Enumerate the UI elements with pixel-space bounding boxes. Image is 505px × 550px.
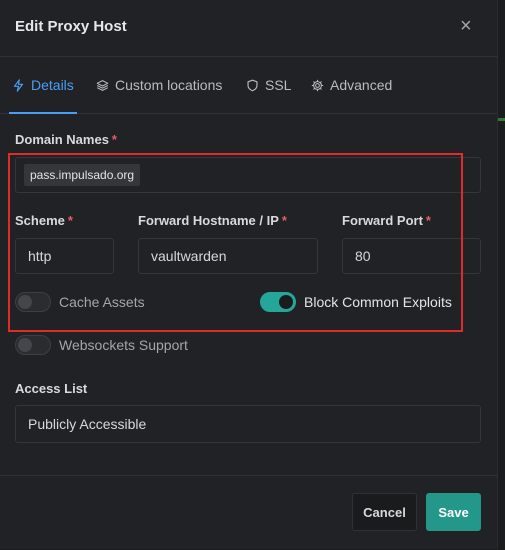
gear-icon <box>311 79 324 91</box>
tab-ssl[interactable]: SSL <box>246 75 291 95</box>
tab-details[interactable]: Details <box>9 75 77 114</box>
required-marker: * <box>67 213 73 228</box>
modal-title: Edit Proxy Host <box>15 18 127 35</box>
forward-hostname-input[interactable]: vaultwarden <box>138 238 318 274</box>
forward-port-label: Forward Port * <box>342 213 431 228</box>
tab-ssl-label: SSL <box>265 77 292 93</box>
close-icon[interactable]: × <box>460 16 472 36</box>
forward-port-input[interactable]: 80 <box>342 238 481 274</box>
background-accent-line <box>497 118 505 121</box>
required-marker: * <box>425 213 431 228</box>
shield-icon <box>247 79 258 91</box>
tab-bar: Details Custom locations SSL Advanced <box>0 57 497 114</box>
block-common-exploits-label: Block Common Exploits <box>304 294 452 310</box>
edit-proxy-host-modal: Edit Proxy Host × Details Custom locatio… <box>0 0 498 549</box>
access-list-select[interactable]: Publicly Accessible <box>15 405 481 443</box>
switch-knob <box>279 295 293 309</box>
domain-names-input[interactable]: pass.impulsado.org <box>15 157 481 193</box>
domain-names-label: Domain Names * <box>15 132 117 147</box>
switch-knob <box>18 295 32 309</box>
domain-names-label-text: Domain Names <box>15 132 109 147</box>
forward-hostname-label: Forward Hostname / IP * <box>138 213 287 228</box>
block-common-exploits-switch[interactable] <box>260 292 296 312</box>
tab-advanced[interactable]: Advanced <box>311 75 392 95</box>
cache-assets-switch[interactable] <box>15 292 51 312</box>
modal-footer: Cancel Save <box>0 475 497 550</box>
switch-knob <box>18 338 32 352</box>
tab-custom-locations-label: Custom locations <box>115 77 223 93</box>
required-marker: * <box>111 132 117 147</box>
scheme-select[interactable]: http <box>15 238 114 274</box>
cache-assets-label: Cache Assets <box>59 294 145 310</box>
block-common-exploits-toggle[interactable]: Block Common Exploits <box>260 292 452 312</box>
scheme-label: Scheme * <box>15 213 73 228</box>
tab-advanced-label: Advanced <box>330 77 393 93</box>
tab-details-label: Details <box>31 77 74 93</box>
websockets-support-label: Websockets Support <box>59 337 188 353</box>
access-list-label: Access List <box>15 381 88 396</box>
cancel-button[interactable]: Cancel <box>352 493 417 531</box>
required-marker: * <box>281 213 287 228</box>
lightning-icon <box>13 78 24 92</box>
tab-custom-locations[interactable]: Custom locations <box>96 75 222 95</box>
layers-icon <box>96 79 109 91</box>
domain-chip[interactable]: pass.impulsado.org <box>24 164 141 186</box>
modal-header: Edit Proxy Host × <box>0 0 497 57</box>
websockets-support-toggle[interactable]: Websockets Support <box>15 335 188 355</box>
websockets-support-switch[interactable] <box>15 335 51 355</box>
save-button[interactable]: Save <box>426 493 481 531</box>
forward-hostname-label-text: Forward Hostname / IP <box>138 213 279 228</box>
forward-port-label-text: Forward Port <box>342 213 423 228</box>
cache-assets-toggle[interactable]: Cache Assets <box>15 292 145 312</box>
scheme-label-text: Scheme <box>15 213 65 228</box>
